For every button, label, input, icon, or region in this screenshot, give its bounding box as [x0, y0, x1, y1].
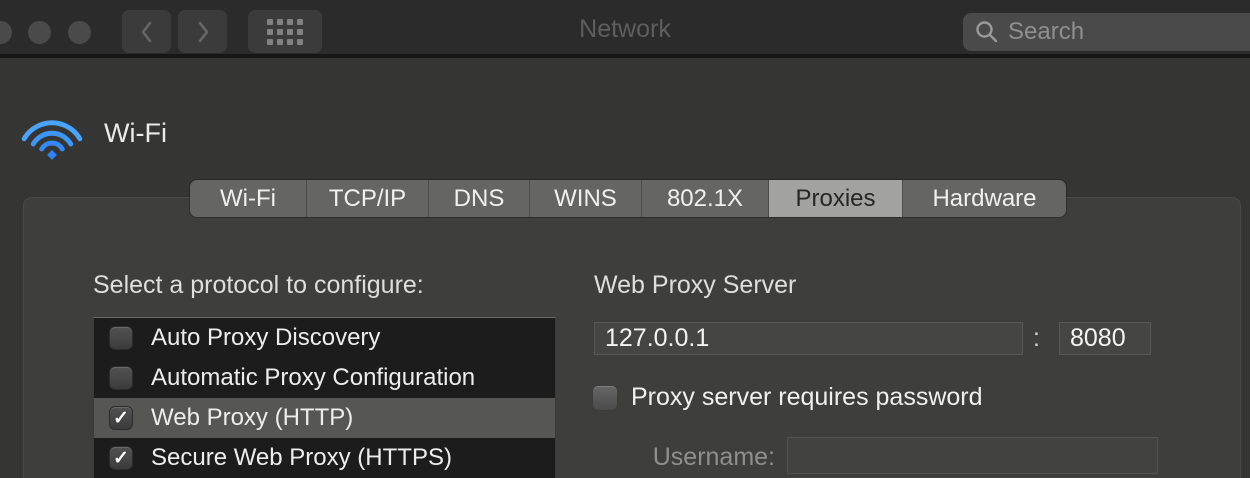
protocol-row-web-proxy-http[interactable]: ✓ Web Proxy (HTTP) — [94, 398, 555, 438]
protocol-list-caption: Select a protocol to configure: — [93, 271, 424, 300]
protocol-checkbox[interactable]: ✓ — [109, 326, 133, 350]
password-required-row: ✓ Proxy server requires password — [592, 383, 983, 412]
protocol-row-automatic-proxy-configuration[interactable]: ✓ Automatic Proxy Configuration — [94, 358, 555, 398]
tab-tcpip[interactable]: TCP/IP — [306, 180, 428, 217]
tab-proxies[interactable]: Proxies — [768, 180, 902, 217]
search-icon — [974, 19, 1000, 45]
protocol-label: Web Proxy (HTTP) — [151, 404, 353, 432]
password-required-checkbox[interactable]: ✓ — [592, 385, 618, 411]
protocol-checkbox[interactable]: ✓ — [109, 366, 133, 390]
tab-dns[interactable]: DNS — [428, 180, 529, 217]
tab-wifi[interactable]: Wi-Fi — [190, 180, 306, 217]
tab-8021x[interactable]: 802.1X — [641, 180, 768, 217]
tab-wins[interactable]: WINS — [529, 180, 641, 217]
wifi-icon — [17, 95, 87, 163]
protocol-checkbox[interactable]: ✓ — [109, 446, 133, 470]
protocol-row-auto-proxy-discovery[interactable]: ✓ Auto Proxy Discovery — [94, 318, 555, 358]
protocol-row-secure-web-proxy-https[interactable]: ✓ Secure Web Proxy (HTTPS) — [94, 438, 555, 478]
username-label: Username: — [575, 443, 775, 472]
password-required-label: Proxy server requires password — [631, 383, 983, 412]
network-preferences-window: Network Wi-Fi Wi-Fi TCP/IP DNS WINS 802.… — [0, 0, 1250, 478]
search-input[interactable] — [1008, 18, 1228, 46]
host-port-separator: : — [1033, 324, 1040, 353]
search-field[interactable] — [963, 13, 1250, 51]
protocol-checkbox[interactable]: ✓ — [109, 406, 133, 430]
protocol-label: Auto Proxy Discovery — [151, 324, 380, 352]
tab-hardware[interactable]: Hardware — [902, 180, 1066, 217]
tab-bar: Wi-Fi TCP/IP DNS WINS 802.1X Proxies Har… — [190, 180, 1066, 217]
protocol-label: Automatic Proxy Configuration — [151, 364, 475, 392]
protocol-list: ✓ Auto Proxy Discovery ✓ Automatic Proxy… — [93, 317, 556, 478]
protocol-label: Secure Web Proxy (HTTPS) — [151, 444, 452, 472]
titlebar: Network — [0, 0, 1250, 58]
proxy-port-input[interactable] — [1059, 322, 1151, 355]
connection-header: Wi-Fi — [17, 95, 167, 163]
check-icon: ✓ — [113, 409, 129, 428]
username-input[interactable] — [787, 437, 1158, 474]
check-icon: ✓ — [113, 449, 129, 468]
proxy-host-input[interactable] — [594, 322, 1023, 355]
server-section-label: Web Proxy Server — [594, 271, 796, 300]
connection-name: Wi-Fi — [104, 110, 167, 149]
